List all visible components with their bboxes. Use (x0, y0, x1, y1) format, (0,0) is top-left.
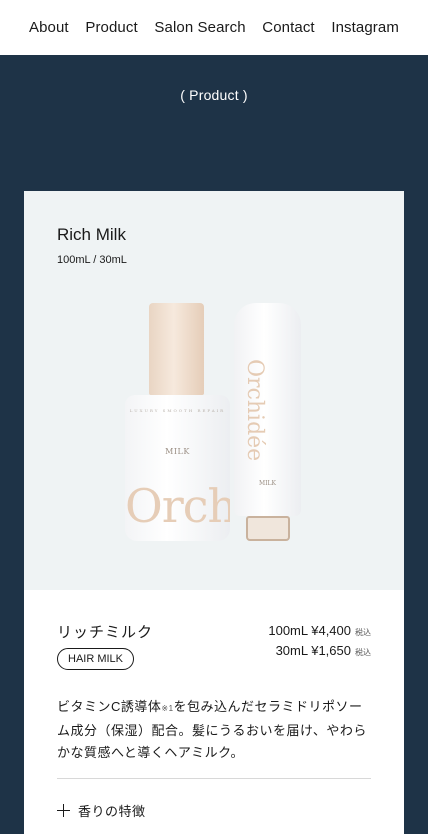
price-100ml-text: 100mL ¥4,400 (268, 623, 351, 638)
nav-salon-search-link[interactable]: Salon Search (154, 19, 245, 36)
top-nav: About Product Salon Search Contact Insta… (0, 0, 428, 55)
product-hero: Rich Milk 100mL / 30mL LUXURY SMOOTH REP… (24, 191, 404, 590)
accordion-label: 香りの特徴 (78, 804, 146, 819)
plus-icon (57, 803, 71, 818)
nav-instagram-link[interactable]: Instagram (331, 19, 399, 36)
tube-image: Orchidée MILK (234, 303, 301, 516)
footnote-marker: ※1 (161, 704, 174, 713)
bottle-image: LUXURY SMOOTH REPAIR MILK Orchidée (125, 395, 230, 541)
product-sizes: 100mL / 30mL (57, 254, 127, 266)
product-description: ビタミンC誘導体※1を包み込んだセラミドリポソーム成分（保湿）配合。髪にうるおい… (57, 696, 372, 764)
price-30ml: 30mL ¥1,650 税込 (276, 643, 371, 658)
nav-product-link[interactable]: Product (85, 19, 137, 36)
tube-cap-image (246, 516, 290, 541)
price-30ml-text: 30mL ¥1,650 (275, 643, 351, 658)
divider (57, 778, 371, 779)
product-name-jp: リッチミルク (57, 624, 154, 641)
tax-label: 税込 (355, 648, 371, 657)
bottle-small-text: LUXURY SMOOTH REPAIR (129, 408, 226, 413)
description-part1: ビタミンC誘導体 (57, 699, 162, 714)
nav-contact-link[interactable]: Contact (262, 19, 314, 36)
price-100ml: 100mL ¥4,400 税込 (268, 623, 371, 638)
tax-label: 税込 (355, 628, 371, 637)
bottle-brand-logo: Orchidée (125, 479, 230, 533)
product-name-en: Rich Milk (57, 225, 126, 244)
section-label: ( Product ) (180, 87, 248, 103)
nav-about-link[interactable]: About (29, 19, 69, 36)
bottle-type-label: MILK (165, 447, 190, 456)
category-badge: HAIR MILK (57, 648, 135, 670)
tube-brand-logo: Orchidée (242, 359, 267, 462)
tube-type-label: MILK (259, 480, 276, 487)
product-card: Rich Milk 100mL / 30mL LUXURY SMOOTH REP… (24, 191, 404, 834)
bottle-cap-image (149, 303, 204, 395)
fragrance-accordion-toggle[interactable]: 香りの特徴 (57, 801, 146, 820)
